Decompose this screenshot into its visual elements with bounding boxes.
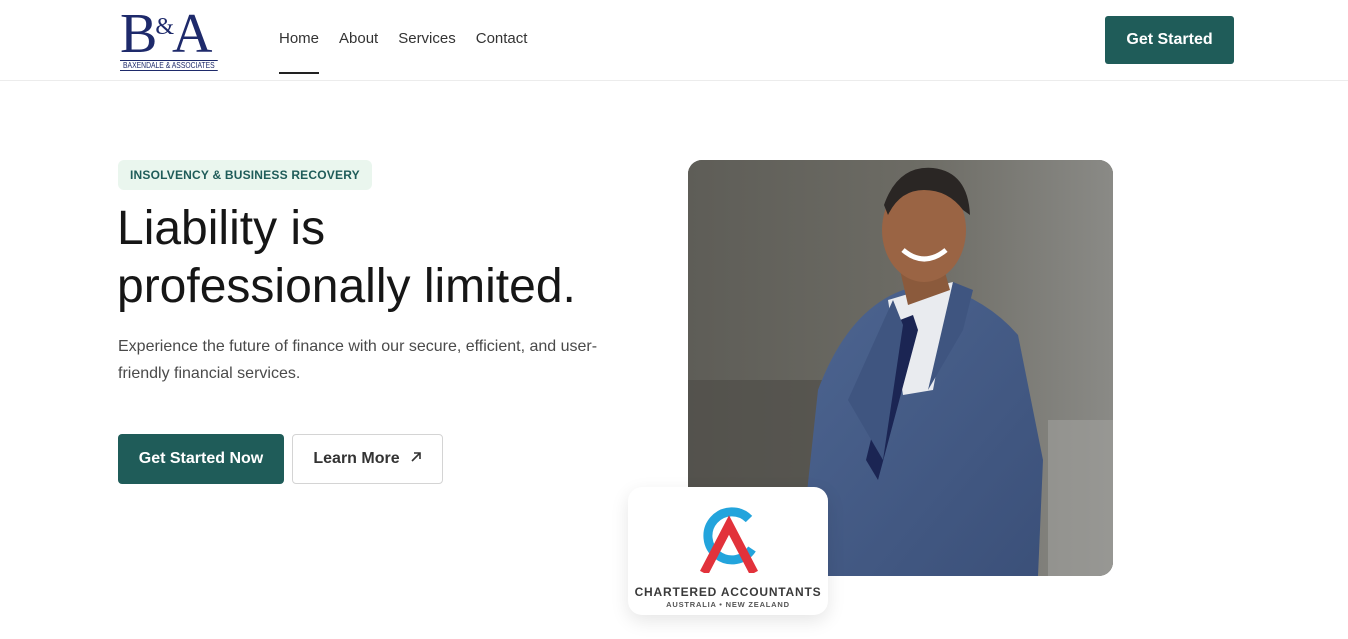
site-header: B&A BAXENDALE & ASSOCIATES Home About Se… (0, 0, 1348, 81)
learn-more-button[interactable]: Learn More (292, 434, 443, 484)
hero-title: Liability is professionally limited. (117, 200, 637, 316)
get-started-button[interactable]: Get Started (1105, 16, 1234, 64)
hero-subtitle: Experience the future of finance with ou… (118, 338, 598, 382)
hero-title-line-1: Liability is (117, 202, 326, 255)
nav-item-about[interactable]: About (339, 30, 378, 74)
chartered-accountants-logo-icon (700, 507, 758, 573)
nav-item-home[interactable]: Home (279, 30, 320, 74)
accreditation-name: CHARTERED ACCOUNTANTS (634, 585, 822, 599)
arrow-up-right-icon (410, 450, 422, 468)
get-started-now-button[interactable]: Get Started Now (118, 434, 284, 484)
brand-logo[interactable]: B&A BAXENDALE & ASSOCIATES (120, 6, 220, 74)
accreditation-card: CHARTERED ACCOUNTANTS AUSTRALIA • NEW ZE… (628, 487, 828, 615)
category-badge: INSOLVENCY & BUSINESS RECOVERY (118, 160, 372, 190)
learn-more-label: Learn More (313, 450, 400, 467)
hero-title-line-2: professionally limited. (117, 260, 576, 313)
accreditation-region: AUSTRALIA • NEW ZEALAND (666, 600, 790, 609)
main-nav: Home About Services Contact (279, 30, 547, 74)
logo-subtitle: BAXENDALE & ASSOCIATES (120, 60, 218, 71)
nav-item-contact[interactable]: Contact (476, 30, 528, 74)
nav-item-services[interactable]: Services (398, 30, 456, 74)
